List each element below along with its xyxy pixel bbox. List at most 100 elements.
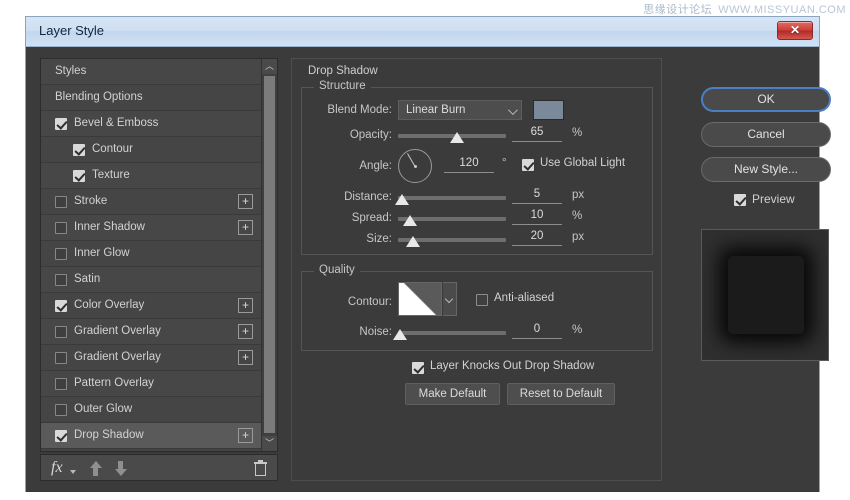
style-enable-checkbox[interactable]	[55, 196, 67, 208]
blend-mode-label: Blend Mode:	[327, 104, 392, 116]
style-row-label: Styles	[55, 65, 87, 77]
add-effect-icon[interactable]: +	[238, 220, 253, 235]
anti-aliased-checkbox[interactable]	[476, 294, 488, 306]
titlebar: Layer Style ✕	[26, 17, 819, 47]
style-enable-checkbox[interactable]	[55, 404, 67, 416]
style-enable-checkbox[interactable]	[55, 352, 67, 364]
contour-dropdown[interactable]	[443, 282, 457, 316]
spread-input[interactable]: 10	[512, 209, 562, 225]
shadow-color-swatch[interactable]	[533, 100, 564, 120]
page-title: Layer Style	[39, 23, 105, 38]
style-row[interactable]: Stroke +	[41, 189, 261, 215]
style-enable-checkbox[interactable]	[55, 248, 67, 260]
style-row-label: Contour	[92, 143, 133, 155]
opacity-input[interactable]: 65	[512, 126, 562, 142]
size-slider-thumb[interactable]	[406, 236, 421, 247]
ok-button[interactable]: OK	[701, 87, 831, 112]
blend-mode-dropdown[interactable]: Linear Burn	[398, 100, 522, 120]
styles-scrollbar[interactable]: ︿ ﹀	[261, 59, 277, 451]
layer-knocks-out-checkbox[interactable]	[412, 362, 424, 374]
scroll-up-icon[interactable]: ︿	[262, 59, 277, 74]
style-row[interactable]: Color Overlay +	[41, 293, 261, 319]
style-row[interactable]: Outer Glow	[41, 397, 261, 423]
layer-style-dialog: Layer Style ✕ Styles Blending Options Beve…	[25, 16, 831, 492]
style-row[interactable]: Contour	[41, 137, 261, 163]
distance-slider-thumb[interactable]	[395, 194, 410, 205]
opacity-slider[interactable]	[398, 132, 506, 143]
style-row[interactable]: Inner Shadow +	[41, 215, 261, 241]
fx-dropdown-caret-icon[interactable]	[70, 470, 76, 474]
structure-group-title: Structure	[314, 80, 371, 92]
fx-icon[interactable]: fx	[51, 459, 63, 477]
close-icon: ✕	[789, 23, 801, 37]
style-row[interactable]: Blending Options	[41, 85, 261, 111]
style-row[interactable]: Drop Shadow +	[41, 423, 261, 449]
add-effect-icon[interactable]: +	[238, 194, 253, 209]
style-row[interactable]: Inner Glow	[41, 241, 261, 267]
spread-slider-thumb[interactable]	[402, 215, 417, 226]
style-enable-checkbox[interactable]	[55, 326, 67, 338]
site-watermark: 思缘设计论坛 WWW.MISSYUAN.COM	[643, 1, 846, 17]
angle-label: Angle:	[359, 160, 392, 172]
styles-list[interactable]: Styles Blending Options Bevel & Emboss Cont…	[41, 59, 261, 451]
angle-dial[interactable]	[398, 149, 432, 183]
style-row[interactable]: Styles	[41, 59, 261, 85]
add-effect-icon[interactable]: +	[238, 350, 253, 365]
scroll-down-icon[interactable]: ﹀	[262, 436, 277, 451]
style-enable-checkbox[interactable]	[55, 430, 67, 442]
opacity-label: Opacity:	[349, 129, 392, 141]
scrollbar-thumb[interactable]	[264, 76, 275, 433]
style-row[interactable]: Gradient Overlay +	[41, 319, 261, 345]
close-button[interactable]: ✕	[777, 21, 813, 40]
anti-aliased-label: Anti-aliased	[494, 292, 555, 304]
distance-label: Distance:	[344, 191, 392, 203]
noise-slider-thumb[interactable]	[393, 329, 408, 340]
distance-unit: px	[572, 189, 585, 201]
style-row[interactable]: Bevel & Emboss	[41, 111, 261, 137]
use-global-light-checkbox[interactable]	[522, 159, 534, 171]
noise-input[interactable]: 0	[512, 323, 562, 339]
style-enable-checkbox[interactable]	[55, 118, 67, 130]
size-slider[interactable]	[398, 236, 506, 247]
cancel-button[interactable]: Cancel	[701, 122, 831, 147]
style-row[interactable]: Pattern Overlay	[41, 371, 261, 397]
style-row-label: Gradient Overlay	[74, 325, 161, 337]
layer-knocks-out-label: Layer Knocks Out Drop Shadow	[430, 360, 595, 372]
add-effect-icon[interactable]: +	[238, 324, 253, 339]
watermark-cn-text: 思缘设计论坛	[643, 4, 713, 16]
size-input[interactable]: 20	[512, 230, 562, 246]
new-style-button[interactable]: New Style...	[701, 157, 831, 182]
quality-group-title: Quality	[314, 264, 360, 276]
contour-label: Contour:	[347, 296, 392, 308]
contour-preview[interactable]	[398, 282, 442, 316]
distance-slider[interactable]	[395, 194, 506, 205]
preview-label: Preview	[752, 192, 795, 206]
spread-slider[interactable]	[398, 215, 506, 226]
make-default-button[interactable]: Make Default	[405, 383, 500, 405]
style-enable-checkbox[interactable]	[55, 274, 67, 286]
opacity-slider-thumb[interactable]	[450, 132, 465, 143]
move-up-icon[interactable]	[89, 461, 104, 476]
style-enable-checkbox[interactable]	[55, 378, 67, 390]
style-enable-checkbox[interactable]	[73, 144, 85, 156]
angle-input[interactable]: 120	[444, 157, 494, 173]
noise-slider[interactable]	[393, 329, 506, 340]
style-row[interactable]: Satin	[41, 267, 261, 293]
style-row[interactable]: Gradient Overlay +	[41, 345, 261, 371]
style-enable-checkbox[interactable]	[55, 222, 67, 234]
move-down-icon[interactable]	[114, 461, 129, 476]
noise-unit: %	[572, 324, 583, 336]
angle-unit: °	[502, 157, 507, 169]
spread-unit: %	[572, 210, 583, 222]
style-enable-checkbox[interactable]	[73, 170, 85, 182]
reset-to-default-button[interactable]: Reset to Default	[507, 383, 615, 405]
style-enable-checkbox[interactable]	[55, 300, 67, 312]
style-row-label: Inner Shadow	[74, 221, 145, 233]
add-effect-icon[interactable]: +	[238, 428, 253, 443]
preview-checkbox[interactable]	[734, 194, 746, 206]
blend-mode-value: Linear Burn	[406, 104, 466, 116]
trash-icon[interactable]	[254, 460, 267, 476]
distance-input[interactable]: 5	[512, 188, 562, 204]
style-row[interactable]: Texture	[41, 163, 261, 189]
add-effect-icon[interactable]: +	[238, 298, 253, 313]
